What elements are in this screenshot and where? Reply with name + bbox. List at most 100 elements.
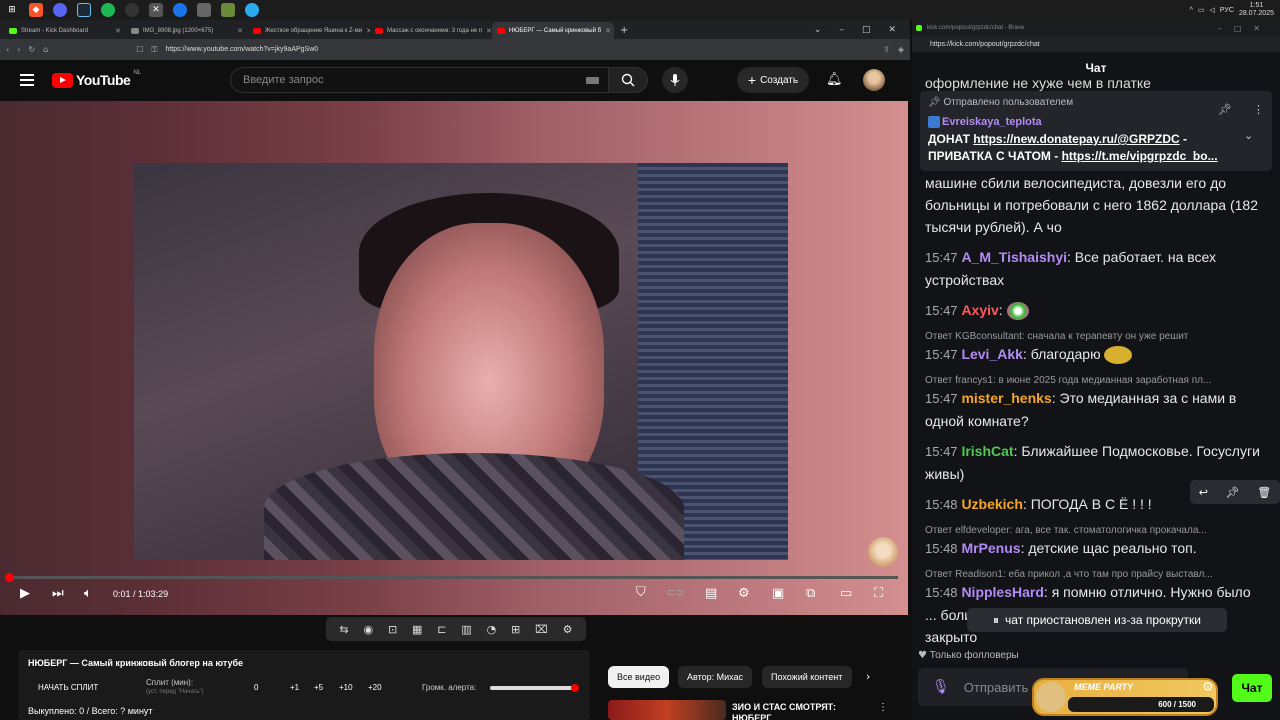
- chevron-down-icon[interactable]: ⌄: [1244, 129, 1253, 142]
- progress-bar[interactable]: [10, 576, 898, 579]
- volume-icon[interactable]: 🔈︎: [84, 586, 92, 601]
- alert-volume-slider[interactable]: [490, 686, 576, 690]
- forward-icon[interactable]: ›: [17, 45, 20, 54]
- volume-icon[interactable]: ◁: [1210, 6, 1215, 14]
- telegram-icon[interactable]: [245, 3, 259, 17]
- message-username[interactable]: Uzbekich: [961, 496, 1022, 512]
- reply-reference[interactable]: Ответ KGBconsultant: сначала к терапевту…: [925, 331, 1265, 342]
- cast-icon[interactable]: ▭: [840, 586, 852, 601]
- split-add-20-button[interactable]: +20: [368, 683, 382, 692]
- chip-similar[interactable]: Похожий контент: [762, 666, 852, 688]
- screenshot-icon[interactable]: ⌧: [535, 623, 548, 636]
- donate-link[interactable]: https://new.donatepay.ru/@GRPZDC: [973, 132, 1179, 146]
- miniplayer-icon[interactable]: ▣: [772, 586, 784, 601]
- steam-icon[interactable]: [77, 3, 91, 17]
- browser-tab[interactable]: Массаж с окончанием: 3 года не п ✕: [370, 22, 492, 39]
- message-username[interactable]: NipplesHard: [961, 584, 1043, 600]
- bookmark-icon[interactable]: ☐: [136, 45, 143, 54]
- chevron-down-icon[interactable]: ⌄: [814, 25, 822, 35]
- meme-party-widget[interactable]: MEME PARTY 600 / 1500: [1032, 678, 1218, 716]
- microphone-icon[interactable]: 🎙︎: [932, 679, 950, 695]
- app-blue-icon[interactable]: [173, 3, 187, 17]
- home-icon[interactable]: ⌂: [43, 45, 48, 54]
- progress-scrubber[interactable]: [5, 573, 14, 582]
- message-username[interactable]: A_M_Tishaishyi: [961, 249, 1067, 265]
- theater-mode-icon[interactable]: ⧉: [806, 586, 815, 601]
- split-add-1-button[interactable]: +1: [290, 683, 299, 692]
- brave-shield-icon[interactable]: ◈: [898, 45, 904, 54]
- language-indicator[interactable]: РУС: [1220, 7, 1234, 14]
- broadcast-icon[interactable]: ◉: [363, 623, 373, 636]
- app-x-icon[interactable]: ✕: [149, 3, 163, 17]
- minecraft-icon[interactable]: [221, 3, 235, 17]
- cat-avatar-icon[interactable]: [868, 537, 898, 567]
- recommended-title[interactable]: ЗИО И СТАС СМОТРЯТ: НЮБЕРГ: [732, 702, 862, 720]
- reload-icon[interactable]: ↻: [28, 45, 35, 54]
- settings-gear-icon[interactable]: ⚙: [738, 586, 750, 601]
- close-window-icon[interactable]: ✕: [888, 25, 896, 35]
- pinned-message[interactable]: 📌︎ Отправлено пользователем Evreiskaya_t…: [920, 91, 1272, 171]
- create-button[interactable]: + Создать: [737, 67, 809, 93]
- chevron-right-icon[interactable]: ›: [866, 670, 870, 683]
- split-add-10-button[interactable]: +10: [339, 683, 353, 692]
- message-username[interactable]: MrPenus: [961, 540, 1020, 556]
- app-image-icon[interactable]: [197, 3, 211, 17]
- reply-reference[interactable]: Ответ francys1: в июне 2025 года медианн…: [925, 375, 1265, 386]
- browser-tab-active[interactable]: НЮБЕРГ — Самый кринжовый б ✕: [492, 22, 614, 39]
- browser-tab[interactable]: Жесткое обращение Яшина к Z-ми ✕: [248, 22, 370, 39]
- back-icon[interactable]: ‹: [6, 45, 9, 54]
- maximize-icon[interactable]: □: [862, 25, 871, 35]
- chat-settings-icon[interactable]: ⚙: [1202, 680, 1214, 695]
- search-button[interactable]: [608, 67, 648, 93]
- windows-start-icon[interactable]: ⊞: [5, 3, 19, 17]
- spotify-icon[interactable]: [101, 3, 115, 17]
- message-username[interactable]: IrishCat: [961, 443, 1013, 459]
- more-vertical-icon[interactable]: ⋮: [878, 702, 888, 713]
- subtitles-icon[interactable]: ▤: [705, 586, 717, 601]
- close-icon[interactable]: ✕: [115, 27, 121, 35]
- network-icon[interactable]: ▭: [1198, 6, 1205, 14]
- film-icon[interactable]: ▦: [412, 623, 422, 636]
- telegram-link[interactable]: https://t.me/vipgrpzdc_bo...: [1062, 149, 1218, 163]
- send-chat-button[interactable]: Чат: [1232, 674, 1272, 702]
- split-add-5-button[interactable]: +5: [314, 683, 323, 692]
- close-icon[interactable]: ✕: [605, 27, 611, 35]
- address-bar[interactable]: https://kick.com/popout/grpzdc/chat: [912, 36, 1280, 52]
- chat-paused-banner[interactable]: ⏸︎ чат приостановлен из-за прокрутки: [967, 608, 1227, 632]
- recommended-thumbnail[interactable]: [608, 700, 726, 720]
- brave-icon[interactable]: ◆: [29, 3, 43, 17]
- chevron-up-icon[interactable]: ^: [1190, 7, 1193, 14]
- search-input[interactable]: Введите запрос: [230, 67, 610, 93]
- split-value[interactable]: 0: [254, 683, 258, 692]
- play-icon[interactable]: ▶: [20, 586, 30, 601]
- video-player[interactable]: [0, 101, 908, 615]
- delete-icon[interactable]: 🗑︎: [1257, 486, 1271, 499]
- pinned-username[interactable]: Evreiskaya_teplota: [942, 116, 1042, 128]
- url-field[interactable]: https://www.youtube.com/watch?v=jky9aAPg…: [165, 46, 875, 53]
- alert-volume-knob[interactable]: [571, 684, 579, 692]
- message-username[interactable]: Axyiv: [961, 302, 998, 318]
- close-icon[interactable]: ✕: [237, 27, 243, 35]
- start-split-button[interactable]: НАЧАТЬ СПЛИТ: [38, 683, 98, 692]
- notifications-bell-icon[interactable]: 🔔︎: [826, 72, 843, 87]
- sponsorblock-shield-icon[interactable]: ⛉: [636, 585, 646, 600]
- chip-all-videos[interactable]: Все видео: [608, 666, 670, 688]
- youtube-logo[interactable]: YouTube NL: [52, 70, 141, 88]
- message-username[interactable]: Levi_Akk: [961, 346, 1022, 362]
- loop-icon[interactable]: ⇆: [339, 623, 348, 636]
- discord-icon[interactable]: [53, 3, 67, 17]
- browser-tab[interactable]: IMG_8908.jpg (1200×675) ✕: [126, 22, 248, 39]
- browser-tab[interactable]: Stream - Kick Dashboard ✕: [4, 22, 126, 39]
- new-tab-icon[interactable]: +: [620, 25, 628, 36]
- extension-settings-icon[interactable]: ⚙: [563, 623, 573, 636]
- fullscreen-icon[interactable]: ⛶: [874, 586, 883, 601]
- autoplay-toggle[interactable]: ⊂⊃: [666, 586, 684, 599]
- crop-icon[interactable]: ⊏: [437, 623, 446, 636]
- clock[interactable]: 1:51 28.07.2025: [1239, 2, 1274, 18]
- add-frame-icon[interactable]: ⊞: [511, 623, 520, 636]
- menu-icon[interactable]: [20, 74, 34, 86]
- obs-icon[interactable]: [125, 3, 139, 17]
- message-username[interactable]: mister_henks: [961, 390, 1051, 406]
- record-icon[interactable]: ⊡: [388, 623, 397, 636]
- chip-author[interactable]: Автор: Михас: [678, 666, 753, 688]
